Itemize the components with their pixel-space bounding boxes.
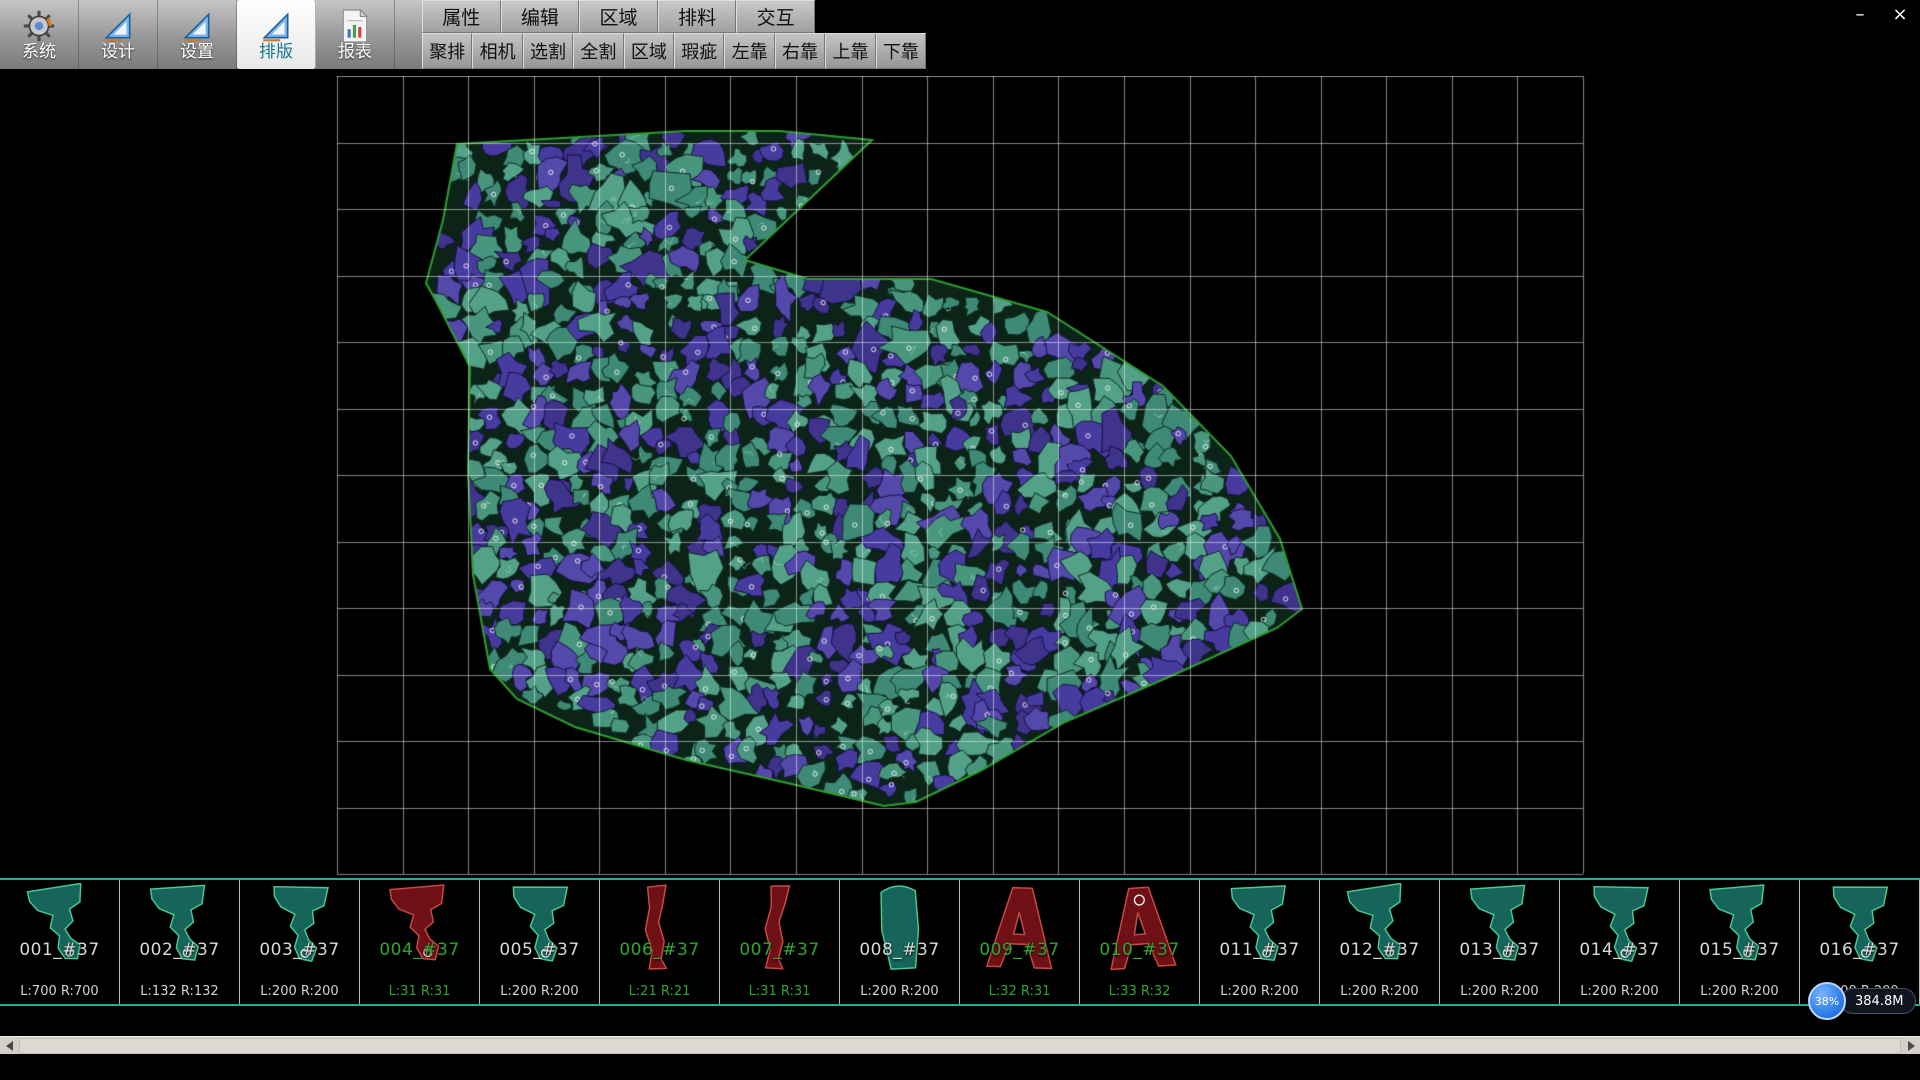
menu-tab-region[interactable]: 区域 xyxy=(579,0,658,33)
minimize-button[interactable]: – xyxy=(1848,4,1872,26)
app-tab-report[interactable]: 报表 xyxy=(316,0,395,69)
action-cluster-nest[interactable]: 聚排 xyxy=(422,33,472,69)
piece-id: 015_#37 xyxy=(1680,940,1799,960)
piece-id: 007_#37 xyxy=(720,940,839,960)
piece-thumbnail[interactable]: 013_#37 L:200 R:200 xyxy=(1440,880,1560,1004)
set-square-icon xyxy=(101,9,135,43)
piece-thumbnail[interactable]: 011_#37 L:200 R:200 xyxy=(1200,880,1320,1004)
app-tab-label: 设置 xyxy=(180,44,214,61)
app-tab-system[interactable]: 系统 xyxy=(0,0,79,69)
piece-thumbnail[interactable]: 008_#37 L:200 R:200 xyxy=(840,880,960,1004)
action-align-top[interactable]: 上靠 xyxy=(825,33,875,69)
top-toolbar: 系统 设计 设置 xyxy=(0,0,1920,69)
piece-id: 009_#37 xyxy=(960,940,1079,960)
menu-tab-edit[interactable]: 编辑 xyxy=(501,0,580,33)
utilization-badge: 38% xyxy=(1808,982,1846,1020)
piece-thumbnail[interactable]: 014_#37 L:200 R:200 xyxy=(1560,880,1680,1004)
piece-thumbnail[interactable]: 005_#37 L:200 R:200 xyxy=(480,880,600,1004)
piece-thumbnail[interactable]: 004_#37 L:31 R:31 xyxy=(360,880,480,1004)
action-defect[interactable]: 瑕疵 xyxy=(674,33,724,69)
piece-lr-count: L:31 R:31 xyxy=(720,984,839,999)
nesting-canvas[interactable] xyxy=(0,76,1920,876)
scrollbar-track[interactable] xyxy=(19,1038,1901,1054)
piece-lr-count: L:700 R:700 xyxy=(0,984,119,999)
window-controls: – × xyxy=(1848,4,1912,26)
app-tab-settings[interactable]: 设置 xyxy=(158,0,237,69)
status-badge: 38% 384.8M xyxy=(1808,982,1916,1020)
piece-lr-count: L:21 R:21 xyxy=(600,984,719,999)
piece-lr-count: L:200 R:200 xyxy=(480,984,599,999)
menu-tab-bar: 属性 编辑 区域 排料 交互 xyxy=(422,0,815,33)
piece-thumbnail[interactable]: 001_#37 L:700 R:700 xyxy=(0,880,120,1004)
action-select-cut[interactable]: 选割 xyxy=(523,33,573,69)
piece-id: 013_#37 xyxy=(1440,940,1559,960)
piece-lr-count: L:200 R:200 xyxy=(1560,984,1679,999)
piece-lr-count: L:200 R:200 xyxy=(1200,984,1319,999)
set-square-icon xyxy=(259,9,293,43)
set-square-icon xyxy=(180,9,214,43)
piece-id: 010_#37 xyxy=(1080,940,1199,960)
piece-id: 003_#37 xyxy=(240,940,359,960)
piece-id: 011_#37 xyxy=(1200,940,1319,960)
menu-tab-interact[interactable]: 交互 xyxy=(736,0,815,33)
memory-badge: 384.8M xyxy=(1840,988,1916,1014)
horizontal-scrollbar[interactable] xyxy=(0,1036,1920,1054)
piece-thumbnail[interactable]: 003_#37 L:200 R:200 xyxy=(240,880,360,1004)
piece-thumbnail[interactable]: 009_#37 L:32 R:31 xyxy=(960,880,1080,1004)
piece-thumbnail[interactable]: 010_#37 L:33 R:32 xyxy=(1080,880,1200,1004)
piece-id: 014_#37 xyxy=(1560,940,1679,960)
piece-id: 008_#37 xyxy=(840,940,959,960)
app-tab-label: 报表 xyxy=(338,44,372,61)
piece-id: 012_#37 xyxy=(1320,940,1439,960)
piece-thumbnail[interactable]: 012_#37 L:200 R:200 xyxy=(1320,880,1440,1004)
piece-lr-count: L:33 R:32 xyxy=(1080,984,1199,999)
piece-lr-count: L:31 R:31 xyxy=(360,984,479,999)
piece-id: 016_#37 xyxy=(1800,940,1919,960)
app-tab-label: 系统 xyxy=(22,44,56,61)
action-align-right[interactable]: 右靠 xyxy=(775,33,825,69)
menu-tab-properties[interactable]: 属性 xyxy=(422,0,501,33)
scrollbar-right-arrow[interactable] xyxy=(1902,1037,1920,1055)
piece-lr-count: L:200 R:200 xyxy=(1440,984,1559,999)
piece-id: 006_#37 xyxy=(600,940,719,960)
piece-lr-count: L:32 R:31 xyxy=(960,984,1079,999)
action-cut-all[interactable]: 全割 xyxy=(573,33,623,69)
piece-thumbnail[interactable]: 002_#37 L:132 R:132 xyxy=(120,880,240,1004)
piece-thumbnail[interactable]: 007_#37 L:31 R:31 xyxy=(720,880,840,1004)
piece-lr-count: L:200 R:200 xyxy=(1320,984,1439,999)
piece-id: 001_#37 xyxy=(0,940,119,960)
action-align-bottom[interactable]: 下靠 xyxy=(876,33,926,69)
app-tab-nesting[interactable]: 排版 xyxy=(237,0,316,69)
gear-icon xyxy=(22,9,56,43)
piece-strip: 001_#37L:700 R:700002_#37L:132 R:132003_… xyxy=(0,878,1920,1006)
action-align-left[interactable]: 左靠 xyxy=(724,33,774,69)
app-tab-label: 设计 xyxy=(101,44,135,61)
menu-tab-nesting[interactable]: 排料 xyxy=(658,0,737,33)
app-tab-bar: 系统 设计 设置 xyxy=(0,0,422,69)
piece-id: 004_#37 xyxy=(360,940,479,960)
app-window: 系统 设计 设置 xyxy=(0,0,1920,1080)
piece-id: 005_#37 xyxy=(480,940,599,960)
piece-thumbnail[interactable]: 015_#37 L:200 R:200 xyxy=(1680,880,1800,1004)
action-camera[interactable]: 相机 xyxy=(472,33,522,69)
app-tab-label: 排版 xyxy=(259,44,293,61)
action-button-bar: 聚排 相机 选割 全割 区域 瑕疵 左靠 右靠 上靠 下靠 xyxy=(422,33,926,69)
close-button[interactable]: × xyxy=(1888,4,1912,26)
action-region[interactable]: 区域 xyxy=(624,33,674,69)
piece-lr-count: L:200 R:200 xyxy=(1680,984,1799,999)
report-icon xyxy=(340,9,370,43)
piece-id: 002_#37 xyxy=(120,940,239,960)
scrollbar-left-arrow[interactable] xyxy=(0,1037,18,1055)
piece-lr-count: L:132 R:132 xyxy=(120,984,239,999)
app-tab-design[interactable]: 设计 xyxy=(79,0,158,69)
piece-lr-count: L:200 R:200 xyxy=(240,984,359,999)
piece-thumbnail[interactable]: 006_#37 L:21 R:21 xyxy=(600,880,720,1004)
piece-lr-count: L:200 R:200 xyxy=(840,984,959,999)
